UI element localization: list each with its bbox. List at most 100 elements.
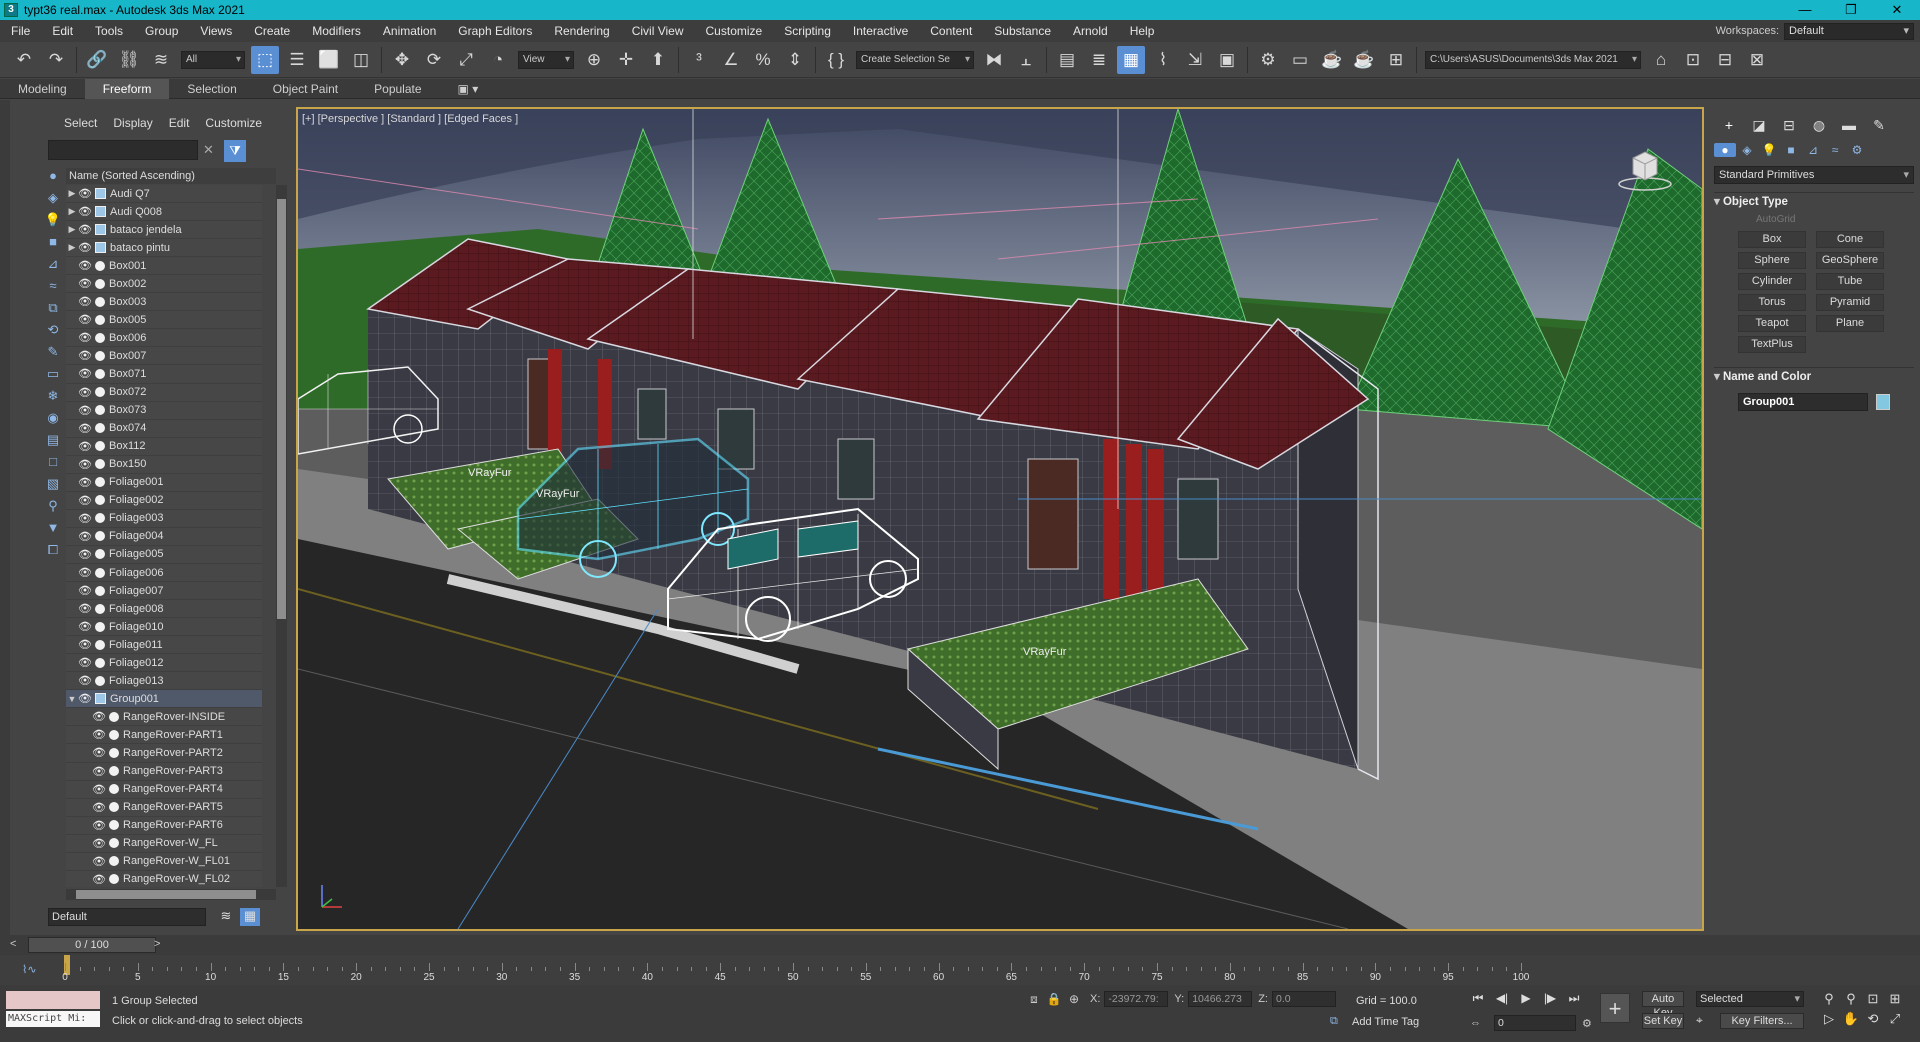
menu-rendering[interactable]: Rendering	[543, 20, 620, 42]
visibility-eye-icon[interactable]: 👁	[78, 422, 92, 435]
visibility-eye-icon[interactable]: 👁	[78, 656, 92, 669]
schematic-view-icon[interactable]: ⇲	[1181, 46, 1209, 74]
layer-dropdown[interactable]: Default	[48, 908, 206, 926]
keyboard-shortcut-icon[interactable]: ⬆	[644, 46, 672, 74]
track-bar[interactable]: ⌇∿ 0 5 10 15 20 25 30 35 40 45 50 55 60 65 70 75 80 85 90 9…	[0, 955, 1920, 985]
project-open-icon[interactable]: ⊠	[1743, 46, 1771, 74]
pillar-red[interactable]	[1148, 449, 1164, 609]
display-lights-icon[interactable]: 💡	[43, 211, 63, 229]
layer-stack-icon[interactable]: ≋	[216, 908, 236, 926]
visibility-eye-icon[interactable]: 👁	[78, 548, 92, 561]
scene-group-row[interactable]: ▼ 👁 Group001	[66, 690, 262, 709]
filter-funnel-icon[interactable]: ▼	[43, 519, 63, 537]
visibility-eye-icon[interactable]: 👁	[78, 512, 92, 525]
scale-icon[interactable]: ⤢	[452, 46, 480, 74]
isolate-selection-icon[interactable]: ⧈	[1024, 992, 1044, 1007]
scene-group-row[interactable]: ▶ 👁 bataco pintu	[66, 239, 262, 258]
angle-snap-icon[interactable]: ∠	[717, 46, 745, 74]
render-gallery-icon[interactable]: ⊞	[1382, 46, 1410, 74]
display-hidden-icon[interactable]: ◉	[43, 409, 63, 427]
se-tab-edit[interactable]: Edit	[161, 116, 198, 130]
window[interactable]	[637, 388, 667, 440]
zoom-extents-icon[interactable]: ⊡	[1862, 991, 1884, 1011]
move-icon[interactable]: ✥	[388, 46, 416, 74]
scrollbar-thumb[interactable]	[277, 199, 286, 619]
display-all-icon[interactable]: ▤	[43, 431, 63, 449]
visibility-eye-icon[interactable]: 👁	[78, 638, 92, 651]
display-tab-icon[interactable]: ▬	[1834, 117, 1864, 133]
scene-object-row[interactable]: 👁 Box072	[66, 384, 262, 402]
percent-snap-icon[interactable]: %	[749, 46, 777, 74]
visibility-eye-icon[interactable]: 👁	[78, 205, 92, 218]
previous-frame-icon[interactable]: ◀|	[1490, 991, 1514, 1006]
z-coordinate-field[interactable]: 0.0	[1271, 991, 1336, 1007]
window[interactable]	[1177, 478, 1219, 560]
visibility-eye-icon[interactable]: 👁	[92, 837, 106, 850]
scene-search-input[interactable]	[48, 140, 198, 160]
menu-graph-editors[interactable]: Graph Editors	[447, 20, 543, 42]
select-manipulate-icon[interactable]: ✛	[612, 46, 640, 74]
create-project-icon[interactable]: ⊡	[1679, 46, 1707, 74]
menu-help[interactable]: Help	[1119, 20, 1166, 42]
visibility-eye-icon[interactable]: 👁	[78, 440, 92, 453]
visibility-eye-icon[interactable]: 👁	[78, 313, 92, 326]
scene-group-row[interactable]: ▶ 👁 Audi Q7	[66, 185, 262, 204]
scene-object-row[interactable]: 👁 RangeRover-W_FL	[66, 835, 262, 853]
rect-selection-icon[interactable]: ⬜	[315, 46, 343, 74]
maximize-viewport-icon[interactable]: ⤢	[1884, 1011, 1906, 1031]
scene-object-row[interactable]: 👁 Foliage006	[66, 564, 262, 583]
curve-editor-icon[interactable]: ⌇	[1149, 46, 1177, 74]
time-config-icon[interactable]: ⚙	[1582, 1017, 1602, 1030]
menu-views[interactable]: Views	[189, 20, 243, 42]
snap-3d-icon[interactable]: ³	[685, 46, 713, 74]
create-tab-icon[interactable]: +	[1714, 117, 1744, 133]
menu-modifiers[interactable]: Modifiers	[301, 20, 372, 42]
viewport-label-menu[interactable]: [+] [Perspective ] [Standard ] [Edged Fa…	[302, 113, 518, 125]
scene-group-row[interactable]: ▶ 👁 bataco jendela	[66, 221, 262, 240]
visibility-eye-icon[interactable]: 👁	[78, 458, 92, 471]
material-editor-icon[interactable]: ▣	[1213, 46, 1241, 74]
align-icon[interactable]: ⫠	[1012, 46, 1040, 74]
scene-object-row[interactable]: 👁 RangeRover-W_FL01	[66, 853, 262, 871]
menu-customize[interactable]: Customize	[695, 20, 774, 42]
unlink-icon[interactable]: ⛓	[115, 46, 143, 74]
redo-icon[interactable]: ↷	[42, 46, 70, 74]
scene-object-row[interactable]: 👁 Foliage003	[66, 510, 262, 528]
cone-button[interactable]: Cone	[1816, 231, 1884, 248]
frame-ruler[interactable]: 0 5 10 15 20 25 30 35 40 45 50 55 60 65 70 75 80 85 90 95 10…	[62, 955, 1865, 985]
scene-object-row[interactable]: 👁 Box003	[66, 293, 262, 312]
go-to-start-icon[interactable]: ⏮	[1466, 991, 1490, 1006]
visibility-eye-icon[interactable]: 👁	[92, 801, 106, 814]
menu-group[interactable]: Group	[134, 20, 189, 42]
display-spacewarps-icon[interactable]: ≈	[43, 277, 63, 295]
scene-object-row[interactable]: 👁 Foliage007	[66, 582, 262, 601]
menu-animation[interactable]: Animation	[372, 20, 447, 42]
plane-button[interactable]: Plane	[1816, 315, 1884, 332]
clear-search-icon[interactable]: ✕	[203, 142, 214, 158]
scene-object-row[interactable]: 👁 Box002	[66, 275, 262, 294]
visibility-eye-icon[interactable]: 👁	[78, 349, 92, 362]
visibility-eye-icon[interactable]: 👁	[78, 530, 92, 543]
object-color-swatch[interactable]	[1876, 394, 1890, 410]
scene-object-row[interactable]: 👁 RangeRover-PART1	[66, 726, 262, 745]
selection-filter-dropdown[interactable]: All	[181, 50, 245, 69]
teapot-button[interactable]: Teapot	[1738, 315, 1806, 332]
scene-object-row[interactable]: 👁 Box150	[66, 456, 262, 474]
hierarchy-tab-icon[interactable]: ⊟	[1774, 117, 1804, 134]
select-object-icon[interactable]: ⬚	[251, 45, 279, 74]
scene-object-row[interactable]: 👁 Foliage008	[66, 600, 262, 619]
key-mode-icon[interactable]: ⇔	[1470, 1017, 1490, 1029]
textplus-button[interactable]: TextPlus	[1738, 336, 1806, 353]
close-button[interactable]: ✕	[1874, 0, 1920, 20]
menu-scripting[interactable]: Scripting	[773, 20, 842, 42]
x-coordinate-field[interactable]: -23972.79:	[1104, 991, 1169, 1007]
utilities-tab-icon[interactable]: ✎	[1864, 117, 1894, 134]
project-path-dropdown[interactable]: C:\Users\ASUS\Documents\3ds Max 2021	[1425, 50, 1641, 69]
visibility-eye-icon[interactable]: 👁	[78, 602, 92, 615]
display-none-icon[interactable]: □	[43, 453, 63, 471]
display-invert-icon[interactable]: ▧	[43, 475, 63, 493]
scene-object-row[interactable]: 👁 Foliage012	[66, 654, 262, 673]
layer-explorer-icon[interactable]: ≣	[1085, 46, 1113, 74]
scene-object-row[interactable]: 👁 Foliage001	[66, 474, 262, 492]
lock-cell-icon[interactable]: ⧠	[43, 541, 63, 559]
